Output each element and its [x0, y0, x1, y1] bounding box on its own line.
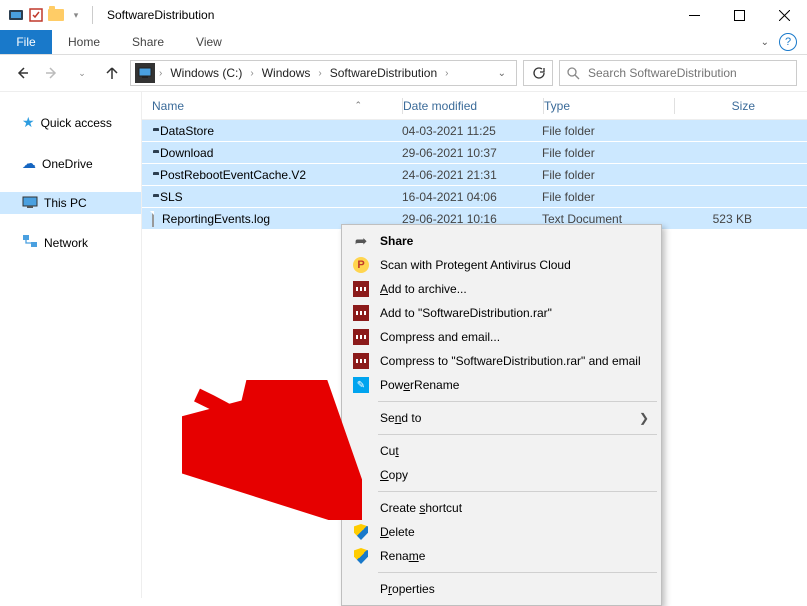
search-box[interactable]: [559, 60, 797, 86]
file-name: PostRebootEventCache.V2: [160, 168, 306, 182]
ctx-compress-email[interactable]: Compress and email...: [344, 325, 659, 349]
app-icon: [8, 7, 24, 23]
search-icon: [566, 66, 580, 80]
protegent-icon: P: [352, 256, 370, 274]
ctx-compress-rar-email[interactable]: Compress to "SoftwareDistribution.rar" a…: [344, 349, 659, 373]
sidebar-onedrive[interactable]: ☁ OneDrive: [0, 151, 141, 176]
crumb-windows[interactable]: Windows: [258, 66, 315, 80]
table-row[interactable]: SLS 16-04-2021 04:06 File folder: [142, 186, 807, 208]
rar-icon: [352, 352, 370, 370]
refresh-button[interactable]: [523, 60, 553, 86]
recent-button[interactable]: ⌄: [70, 61, 94, 85]
crumb-current[interactable]: SoftwareDistribution: [326, 66, 441, 80]
chevron-right-icon[interactable]: ›: [443, 68, 450, 79]
file-date: 29-06-2021 10:37: [402, 146, 542, 160]
tab-share[interactable]: Share: [116, 30, 180, 54]
cloud-icon: ☁: [22, 155, 36, 172]
separator: [92, 6, 93, 24]
qat-dropdown-icon[interactable]: ▾: [68, 7, 84, 23]
monitor-icon: [22, 197, 38, 209]
sidebar-item-label: Quick access: [41, 116, 112, 130]
pc-icon: [135, 63, 155, 83]
powerrename-icon: ✎: [352, 376, 370, 394]
file-name: DataStore: [160, 124, 214, 138]
ribbon-expand-icon[interactable]: ⌄: [755, 30, 775, 54]
ctx-powerrename[interactable]: ✎PowerRename: [344, 373, 659, 397]
ribbon: File Home Share View ⌄ ?: [0, 30, 807, 55]
file-icon: [152, 212, 154, 226]
chevron-right-icon[interactable]: ›: [248, 68, 255, 79]
ctx-copy[interactable]: Copy: [344, 463, 659, 487]
file-date: 24-06-2021 21:31: [402, 168, 542, 182]
ctx-rename[interactable]: Rename: [344, 544, 659, 568]
help-icon[interactable]: ?: [779, 33, 797, 51]
file-name: Download: [160, 146, 213, 160]
file-name: ReportingEvents.log: [162, 212, 270, 226]
shield-icon: [352, 547, 370, 565]
chevron-right-icon[interactable]: ›: [316, 68, 323, 79]
submenu-arrow-icon: ❯: [639, 411, 649, 425]
col-date[interactable]: Date modified: [403, 99, 543, 113]
star-icon: ★: [22, 114, 35, 131]
file-type: File folder: [542, 168, 672, 182]
file-name: SLS: [160, 190, 183, 204]
file-type: File folder: [542, 146, 672, 160]
sidebar-this-pc[interactable]: This PC: [0, 192, 141, 214]
share-icon: ➦: [352, 232, 370, 250]
column-headers: Name⌃ Date modified Type Size: [142, 92, 807, 120]
chevron-right-icon[interactable]: ›: [157, 68, 164, 79]
shield-icon: [352, 523, 370, 541]
file-date: 04-03-2021 11:25: [402, 124, 542, 138]
sidebar: ★ Quick access ☁ OneDrive This PC Network: [0, 92, 142, 598]
file-size: 523 KB: [672, 212, 772, 226]
sidebar-item-label: This PC: [44, 196, 87, 210]
sidebar-item-label: OneDrive: [42, 157, 93, 171]
sidebar-network[interactable]: Network: [0, 230, 141, 255]
file-tab[interactable]: File: [0, 30, 52, 54]
ctx-share[interactable]: ➦Share: [344, 229, 659, 253]
rar-icon: [352, 328, 370, 346]
address-dropdown-icon[interactable]: ⌄: [492, 68, 512, 79]
tab-view[interactable]: View: [180, 30, 238, 54]
sidebar-quick-access[interactable]: ★ Quick access: [0, 110, 141, 135]
col-size[interactable]: Size: [675, 99, 775, 113]
ctx-add-archive[interactable]: Add to archive...: [344, 277, 659, 301]
ctx-add-rar[interactable]: Add to "SoftwareDistribution.rar": [344, 301, 659, 325]
file-date: 16-04-2021 04:06: [402, 190, 542, 204]
ctx-properties[interactable]: Properties: [344, 577, 659, 601]
col-type[interactable]: Type: [544, 99, 674, 113]
back-button[interactable]: [10, 61, 34, 85]
crumb-drive[interactable]: Windows (C:): [166, 66, 246, 80]
forward-button[interactable]: [40, 61, 64, 85]
rar-icon: [352, 280, 370, 298]
window-title: SoftwareDistribution: [107, 8, 214, 22]
table-row[interactable]: DataStore 04-03-2021 11:25 File folder: [142, 120, 807, 142]
rar-icon: [352, 304, 370, 322]
tab-home[interactable]: Home: [52, 30, 116, 54]
ctx-cut[interactable]: Cut: [344, 439, 659, 463]
search-input[interactable]: [586, 65, 790, 81]
up-button[interactable]: [100, 61, 124, 85]
qat-properties-icon[interactable]: [28, 7, 44, 23]
file-type: File folder: [542, 124, 672, 138]
file-type: File folder: [542, 190, 672, 204]
network-icon: [22, 234, 38, 251]
sidebar-item-label: Network: [44, 236, 88, 250]
address-bar[interactable]: › Windows (C:) › Windows › SoftwareDistr…: [130, 60, 517, 86]
close-button[interactable]: [762, 0, 807, 30]
sort-caret-icon: ⌃: [354, 100, 362, 111]
maximize-button[interactable]: [717, 0, 762, 30]
table-row[interactable]: PostRebootEventCache.V2 24-06-2021 21:31…: [142, 164, 807, 186]
ctx-protegent[interactable]: PScan with Protegent Antivirus Cloud: [344, 253, 659, 277]
ctx-create-shortcut[interactable]: Create shortcut: [344, 496, 659, 520]
ctx-delete[interactable]: Delete: [344, 520, 659, 544]
title-bar: .folder-icon[style*='ffcc66']::before{ba…: [0, 0, 807, 30]
table-row[interactable]: Download 29-06-2021 10:37 File folder: [142, 142, 807, 164]
context-menu: ➦Share PScan with Protegent Antivirus Cl…: [341, 224, 662, 606]
minimize-button[interactable]: [672, 0, 717, 30]
ctx-send-to[interactable]: Send to❯: [344, 406, 659, 430]
nav-row: ⌄ › Windows (C:) › Windows › SoftwareDis…: [0, 55, 807, 91]
col-name[interactable]: Name⌃: [142, 99, 402, 113]
folder-mini-icon: .folder-icon[style*='ffcc66']::before{ba…: [48, 7, 64, 23]
